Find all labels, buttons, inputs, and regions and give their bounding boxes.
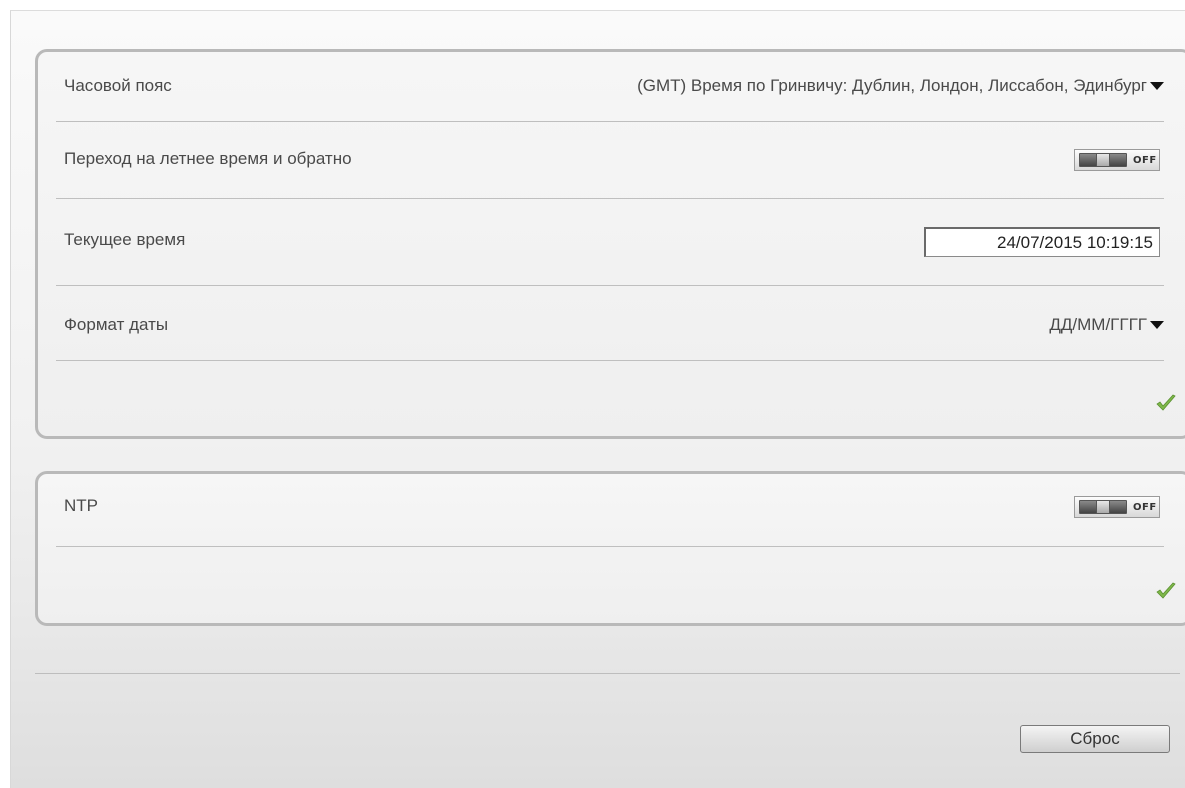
time-settings-panel: Часовой пояс (GMT) Время по Гринвичу: Ду… xyxy=(35,49,1185,439)
timezone-dropdown[interactable]: (GMT) Время по Гринвичу: Дублин, Лондон,… xyxy=(637,76,1164,96)
ntp-row: NTP OFF xyxy=(56,474,1164,547)
ntp-apply-checkmark-icon[interactable] xyxy=(1156,582,1176,600)
current-time-label: Текущее время xyxy=(64,230,186,249)
apply-checkmark-icon[interactable] xyxy=(1156,394,1176,412)
timezone-row: Часовой пояс (GMT) Время по Гринвичу: Ду… xyxy=(56,52,1164,122)
footer-divider xyxy=(35,673,1180,674)
dst-toggle[interactable]: OFF xyxy=(1074,149,1160,171)
date-format-label: Формат даты xyxy=(64,315,169,334)
toggle-track xyxy=(1079,500,1127,514)
dst-label: Переход на летнее время и обратно xyxy=(64,149,352,168)
ntp-toggle-state: OFF xyxy=(1133,501,1157,513)
dst-row: Переход на летнее время и обратно OFF xyxy=(56,122,1164,199)
toggle-track xyxy=(1079,153,1127,167)
date-format-row: Формат даты ДД/ММ/ГГГГ xyxy=(56,286,1164,361)
caret-down-icon xyxy=(1150,82,1164,90)
timezone-label: Часовой пояс xyxy=(64,76,172,95)
ntp-label: NTP xyxy=(64,496,98,515)
reset-button[interactable]: Сброс xyxy=(1020,725,1170,753)
current-time-input[interactable] xyxy=(924,227,1160,257)
caret-down-icon xyxy=(1150,321,1164,329)
toggle-knob xyxy=(1096,500,1110,514)
toggle-knob xyxy=(1096,153,1110,167)
timezone-value: (GMT) Время по Гринвичу: Дублин, Лондон,… xyxy=(637,76,1147,95)
dst-toggle-state: OFF xyxy=(1133,154,1157,166)
current-time-row: Текущее время xyxy=(56,199,1164,286)
date-format-dropdown[interactable]: ДД/ММ/ГГГГ xyxy=(1049,315,1164,335)
ntp-toggle[interactable]: OFF xyxy=(1074,496,1160,518)
settings-page: Часовой пояс (GMT) Время по Гринвичу: Ду… xyxy=(10,10,1185,788)
ntp-panel: NTP OFF xyxy=(35,471,1185,626)
date-format-value: ДД/ММ/ГГГГ xyxy=(1049,315,1147,334)
